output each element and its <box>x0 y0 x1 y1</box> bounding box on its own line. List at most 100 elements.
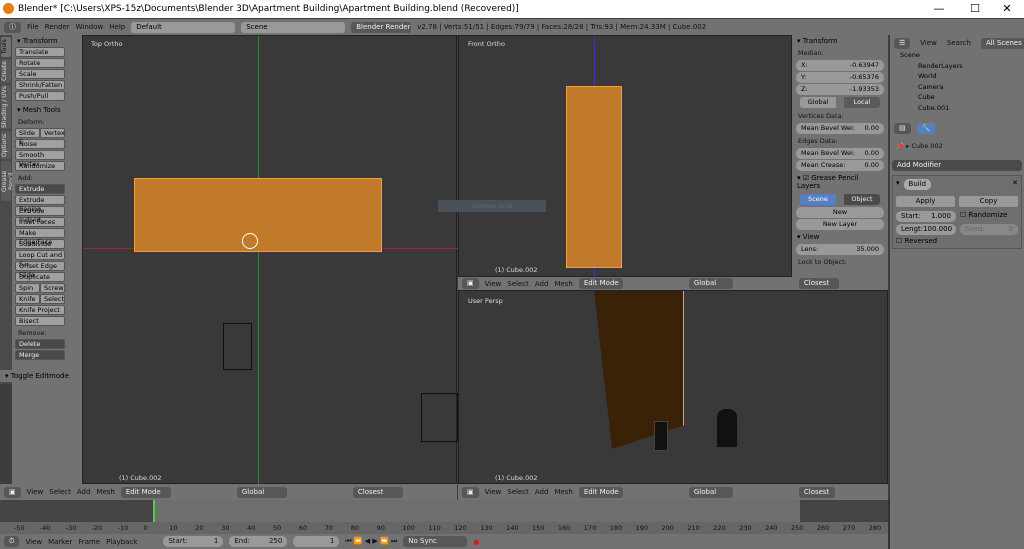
vertex-bevel-field[interactable]: Mean Bevel Wei: 0.00 <box>796 123 884 134</box>
outliner-search-menu[interactable]: Search <box>947 39 971 47</box>
maximize-button[interactable]: ☐ <box>958 0 992 18</box>
menu-render[interactable]: Render <box>45 23 70 31</box>
snap-target-select[interactable]: Closest <box>798 486 835 498</box>
outliner-item-cube-001[interactable]: Cube.001 <box>890 104 1024 115</box>
modifier-tab-wrench-icon[interactable]: 🔧 <box>916 122 936 134</box>
record-button[interactable]: ● <box>473 538 479 546</box>
manipulator-icon[interactable] <box>242 233 258 249</box>
extrude-region-button[interactable]: Extrude Region <box>15 195 65 213</box>
length-field[interactable]: Lengt: 100.000 <box>896 224 956 235</box>
outliner-item-cube[interactable]: Cube <box>890 93 1024 104</box>
menu-view[interactable]: View <box>485 280 502 288</box>
editor-type-button[interactable]: ☰ <box>894 37 911 49</box>
noise-button[interactable]: Noise <box>15 139 65 149</box>
outliner-item-renderlayers[interactable]: RenderLayers <box>890 62 1024 73</box>
end-frame-field[interactable]: End: 250 <box>229 536 288 547</box>
menu-view[interactable]: View <box>25 538 42 546</box>
new-gp-button[interactable]: New <box>796 207 884 218</box>
x-field[interactable]: X: -0.63947 <box>796 60 884 71</box>
sync-select[interactable]: No Sync <box>403 536 468 547</box>
y-field[interactable]: Y: -0.65376 <box>796 72 884 83</box>
scale-button[interactable]: Scale <box>15 69 65 79</box>
push-pull-button[interactable]: Push/Pull <box>15 91 65 101</box>
editor-type-button[interactable]: ▤ <box>894 122 911 134</box>
menu-select[interactable]: Select <box>507 280 529 288</box>
editor-type-button[interactable]: ▣ <box>462 486 479 498</box>
edge-bevel-field[interactable]: Mean Bevel Wei: 0.00 <box>796 148 884 159</box>
menu-window[interactable]: Window <box>76 23 104 31</box>
mode-select[interactable]: Edit Mode <box>578 486 623 498</box>
randomize-button[interactable]: Randomize <box>15 161 65 171</box>
menu-add[interactable]: Add <box>535 488 549 496</box>
menu-mesh[interactable]: Mesh <box>96 488 114 496</box>
menu-mesh[interactable]: Mesh <box>554 488 572 496</box>
randomize-checkbox[interactable]: ☐ Randomize <box>960 211 1007 222</box>
global-toggle[interactable]: Global <box>800 97 836 108</box>
offset-edge-slide-button[interactable]: Offset Edge Slide <box>15 261 65 279</box>
minimize-button[interactable]: — <box>922 0 956 18</box>
scene-toggle[interactable]: Scene <box>800 194 836 205</box>
subdivide-button[interactable]: Subdivide <box>15 239 65 249</box>
menu-playback[interactable]: Playback <box>106 538 137 546</box>
menu-select[interactable]: Select <box>507 488 529 496</box>
timeline-area[interactable] <box>0 500 888 522</box>
extrude-select[interactable]: Extrude <box>15 184 65 194</box>
outliner-view-menu[interactable]: View <box>920 39 937 47</box>
knife-project-button[interactable]: Knife Project <box>15 305 65 315</box>
tab-tools[interactable]: Tools <box>1 37 11 57</box>
z-field[interactable]: Z: -1.93353 <box>796 84 884 95</box>
mode-select[interactable]: Edit Mode <box>120 486 171 498</box>
start-frame-field[interactable]: Start: 1 <box>163 536 224 547</box>
editor-type-button[interactable]: ⏱ <box>4 536 20 547</box>
close-button[interactable]: ✕ <box>990 0 1024 18</box>
scene-select[interactable]: Scene <box>241 21 346 33</box>
editor-type-button[interactable]: ⓘ <box>4 21 21 33</box>
duplicate-button[interactable]: Duplicate <box>15 272 65 282</box>
mean-crease-field[interactable]: Mean Crease: 0.00 <box>796 160 884 171</box>
apply-button[interactable]: Apply <box>896 196 955 207</box>
mode-select[interactable]: Edit Mode <box>578 278 623 289</box>
rotate-button[interactable]: Rotate <box>15 58 65 68</box>
bisect-button[interactable]: Bisect <box>15 316 65 326</box>
toggle-editmode-header[interactable]: ▾ Toggle Editmode <box>0 370 82 382</box>
viewport-top-ortho[interactable]: Top Ortho (1) Cube.002 <box>82 35 458 485</box>
menu-help[interactable]: Help <box>109 23 125 31</box>
selected-mesh[interactable] <box>594 291 684 449</box>
spin-button[interactable]: Spin <box>15 283 40 293</box>
local-toggle[interactable]: Local <box>844 97 880 108</box>
remove-modifier-icon[interactable]: ✕ <box>1012 179 1018 190</box>
slide-edge-button[interactable]: Slide E <box>15 128 40 146</box>
new-layer-button[interactable]: New Layer <box>796 219 884 230</box>
merge-select[interactable]: Merge <box>15 350 65 360</box>
snap-target-select[interactable]: Closest <box>352 486 403 498</box>
snap-target-select[interactable]: Closest <box>798 278 839 289</box>
editor-type-button[interactable]: ▣ <box>462 278 479 289</box>
object-toggle[interactable]: Object <box>844 194 880 205</box>
translate-button[interactable]: Translate <box>15 47 65 57</box>
tab-create[interactable]: Create <box>1 59 11 83</box>
knife-button[interactable]: Knife <box>15 294 40 304</box>
screw-button[interactable]: Screw <box>40 283 65 293</box>
delete-select[interactable]: Delete <box>15 339 65 349</box>
tab-shading-uvs[interactable]: Shading / UVs <box>1 85 11 129</box>
n-transform-header[interactable]: ▾ Transform <box>792 35 888 47</box>
selected-mesh[interactable] <box>566 86 622 268</box>
playback-controls[interactable]: ⏮ ⏪ ◀ ▶ ⏩ ⏭ <box>345 537 397 546</box>
orientation-select[interactable]: Global <box>688 486 733 498</box>
copy-button[interactable]: Copy <box>959 196 1018 207</box>
tab-grease-pencil[interactable]: Grease Pencil <box>1 161 15 201</box>
menu-file[interactable]: File <box>27 23 39 31</box>
orientation-select[interactable]: Global <box>236 486 287 498</box>
menu-frame[interactable]: Frame <box>78 538 100 546</box>
mesh-tools-header[interactable]: ▾ Mesh Tools <box>12 104 82 116</box>
layout-select[interactable]: Default <box>131 21 236 33</box>
editor-type-button[interactable]: ▣ <box>4 486 21 498</box>
grease-pencil-header[interactable]: ▾ ☑ Grease Pencil Layers <box>792 172 888 192</box>
loop-cut-button[interactable]: Loop Cut and S... <box>15 250 65 268</box>
transform-panel-header[interactable]: ▾ Transform <box>12 35 82 47</box>
menu-view[interactable]: View <box>485 488 502 496</box>
view-header[interactable]: ▾ View <box>792 231 888 243</box>
selected-mesh[interactable] <box>134 178 382 252</box>
start-field[interactable]: Start: 1.000 <box>896 211 956 222</box>
lens-field[interactable]: Lens: 35.000 <box>796 244 884 255</box>
